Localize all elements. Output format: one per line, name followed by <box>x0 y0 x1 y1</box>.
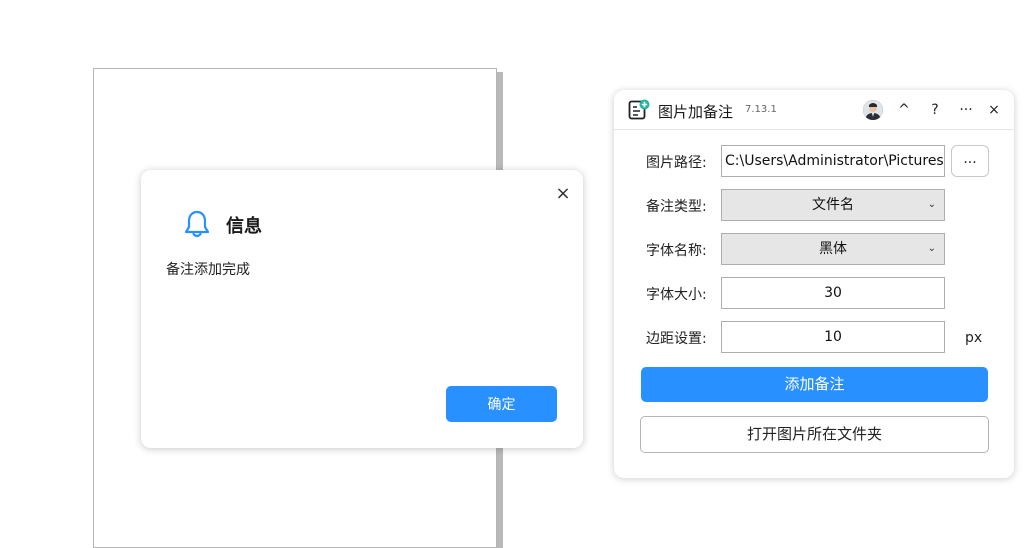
note-type-value: 文件名 <box>812 197 854 213</box>
app-logo-icon <box>628 99 650 120</box>
image-path-label: 图片路径: <box>646 155 707 171</box>
info-dialog: × 信息 备注添加完成 确定 <box>141 170 583 448</box>
bell-icon <box>184 210 210 238</box>
confirm-button[interactable]: 确定 <box>446 386 557 422</box>
note-type-label: 备注类型: <box>646 199 707 215</box>
title-bar: 图片加备注 7.13.1 ^ ? ··· × <box>614 90 1014 130</box>
close-button[interactable]: × <box>982 98 1006 122</box>
collapse-button[interactable]: ^ <box>892 98 916 122</box>
margin-unit: px <box>965 330 983 346</box>
dialog-title: 信息 <box>226 216 262 237</box>
app-title: 图片加备注 <box>658 103 734 121</box>
margin-input[interactable]: 10 <box>721 321 945 353</box>
note-type-select[interactable]: 文件名 ⌄ <box>721 189 945 221</box>
chevron-down-icon: ⌄ <box>927 243 936 254</box>
user-avatar[interactable] <box>863 100 883 120</box>
browse-button[interactable]: ... <box>951 145 989 177</box>
more-button[interactable]: ··· <box>954 98 978 122</box>
font-name-select[interactable]: 黑体 ⌄ <box>721 233 945 265</box>
user-avatar-icon <box>863 100 883 120</box>
font-size-label: 字体大小: <box>646 287 707 303</box>
add-note-button[interactable]: 添加备注 <box>641 367 988 402</box>
chevron-down-icon: ⌄ <box>927 199 936 210</box>
open-folder-button[interactable]: 打开图片所在文件夹 <box>640 416 989 453</box>
image-path-input[interactable]: C:\Users\Administrator\Pictures <box>721 145 945 177</box>
help-button[interactable]: ? <box>923 98 947 122</box>
font-size-input[interactable]: 30 <box>721 277 945 309</box>
dialog-close-button[interactable]: × <box>555 185 571 203</box>
image-note-tool-window: 图片加备注 7.13.1 ^ ? ··· × 图片路径: C:\Users\Ad… <box>614 90 1014 478</box>
font-name-value: 黑体 <box>819 241 847 257</box>
dialog-message: 备注添加完成 <box>166 262 250 278</box>
font-name-label: 字体名称: <box>646 243 707 259</box>
margin-label: 边距设置: <box>646 331 707 347</box>
app-version: 7.13.1 <box>745 104 777 115</box>
